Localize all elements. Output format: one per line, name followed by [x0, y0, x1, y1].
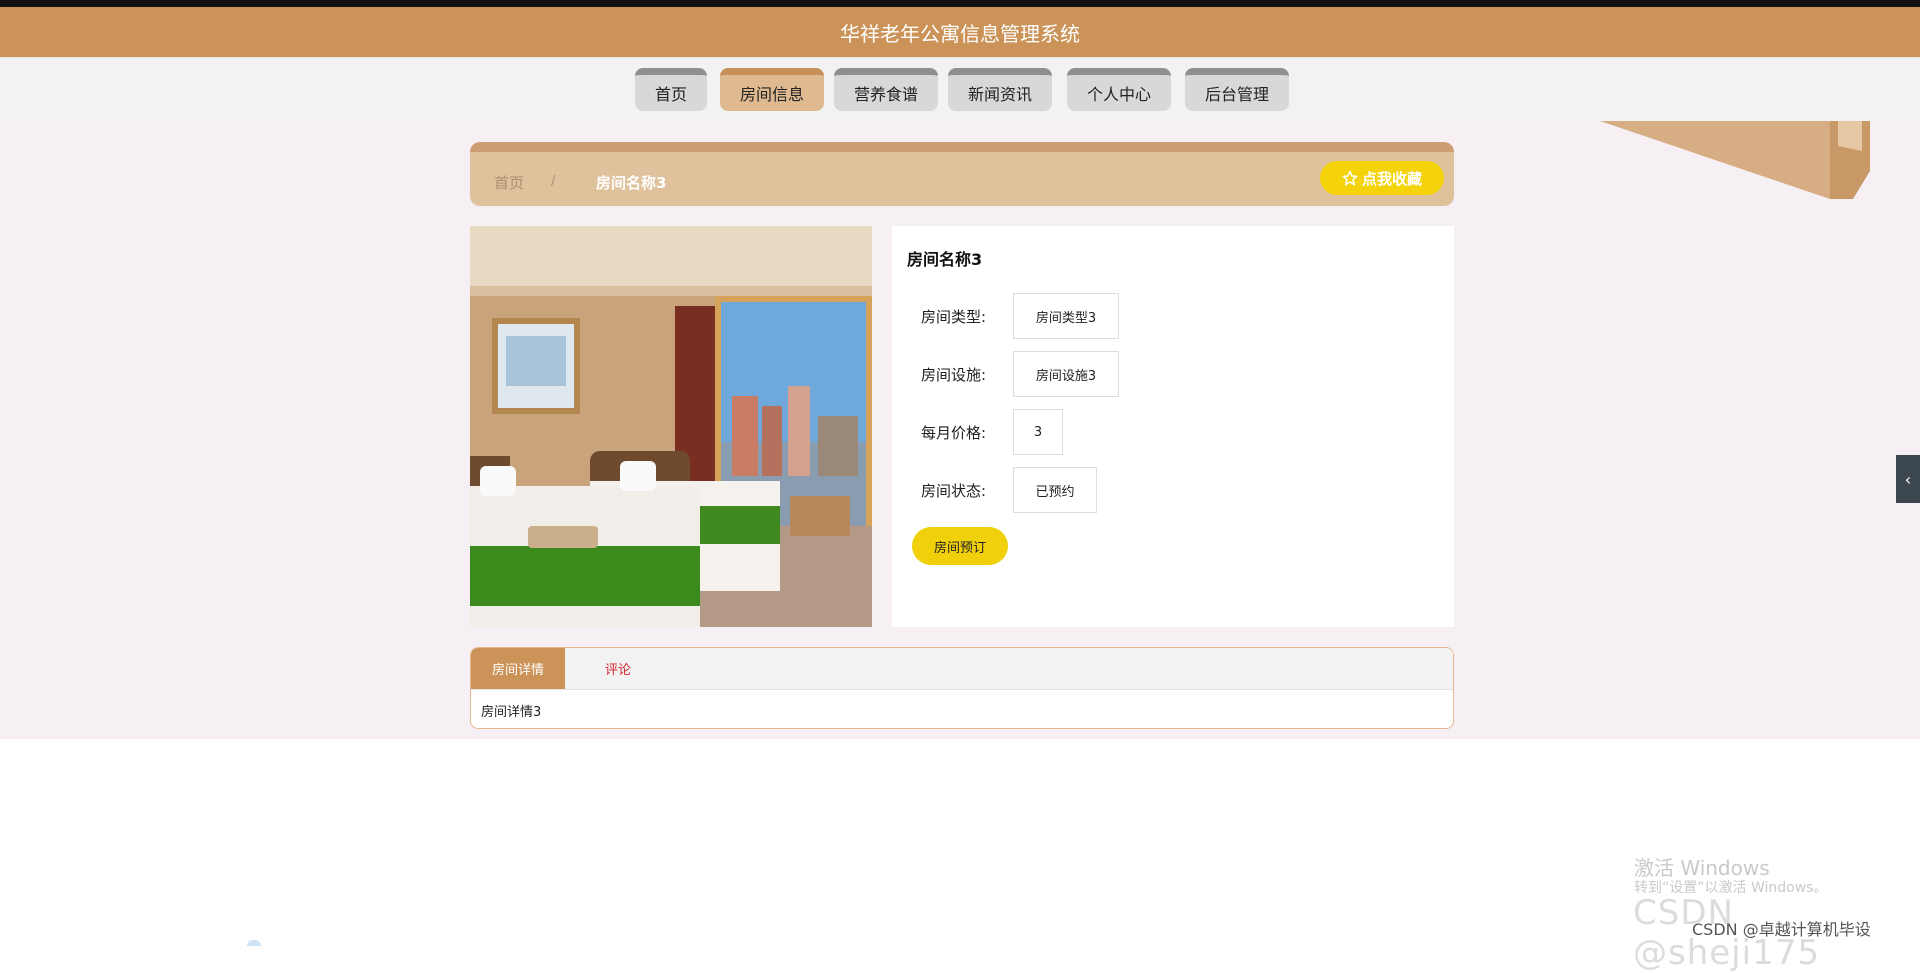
- room-facilities-value: 房间设施3: [1013, 351, 1119, 397]
- partial-circle-decoration: [247, 940, 261, 946]
- room-type-value: 房间类型3: [1013, 293, 1119, 339]
- top-border: [0, 0, 1920, 7]
- favorite-button-label: 点我收藏: [1361, 169, 1422, 188]
- nav-item-news[interactable]: 新闻资讯: [948, 68, 1052, 111]
- nav-item-room-info[interactable]: 房间信息: [720, 68, 824, 111]
- breadcrumb-separator: /: [551, 174, 556, 189]
- decorative-ribbon: [1600, 121, 1870, 199]
- breadcrumb-home-link[interactable]: 首页: [494, 172, 524, 193]
- nav-item-personal-center[interactable]: 个人中心: [1067, 68, 1171, 111]
- room-facilities-label: 房间设施:: [921, 366, 987, 384]
- room-type-label: 房间类型:: [921, 308, 987, 326]
- room-photo: [470, 226, 872, 627]
- app-title: 华祥老年公寓信息管理系统: [840, 21, 1080, 46]
- favorite-button[interactable]: 点我收藏: [1320, 161, 1444, 195]
- csdn-watermark-small: CSDN @卓越计算机毕设: [1692, 920, 1871, 939]
- side-panel-toggle[interactable]: ‹: [1896, 455, 1920, 503]
- room-name: 房间名称3: [907, 250, 983, 269]
- details-tabs: 房间详情 评论 房间详情3: [470, 647, 1454, 729]
- main-nav: 首页 房间信息 营养食谱 新闻资讯 个人中心 后台管理: [0, 57, 1920, 121]
- monthly-price-label: 每月价格:: [921, 424, 987, 442]
- tab-room-details[interactable]: 房间详情: [471, 648, 565, 689]
- nav-item-nutrition-recipes[interactable]: 营养食谱: [834, 68, 938, 111]
- tab-header: 房间详情 评论: [471, 648, 1453, 690]
- tab-comments[interactable]: 评论: [565, 648, 671, 689]
- star-outline-icon: [1342, 170, 1358, 186]
- tab-content: 房间详情3: [481, 705, 542, 720]
- chevron-left-icon: ‹: [1904, 469, 1912, 489]
- room-info-panel: 房间名称3 房间类型: 房间类型3 房间设施: 房间设施3 每月价格: 3 房间…: [892, 226, 1454, 627]
- nav-item-admin[interactable]: 后台管理: [1185, 68, 1289, 111]
- room-status-value: 已预约: [1013, 467, 1097, 513]
- monthly-price-value: 3: [1013, 409, 1063, 455]
- breadcrumb-current: 房间名称3: [596, 174, 667, 192]
- room-status-label: 房间状态:: [921, 482, 987, 500]
- nav-item-home[interactable]: 首页: [635, 68, 707, 111]
- breadcrumb: 首页 / 房间名称3 点我收藏: [470, 142, 1454, 206]
- app-header: 华祥老年公寓信息管理系统: [0, 7, 1920, 57]
- book-room-button[interactable]: 房间预订: [912, 527, 1008, 565]
